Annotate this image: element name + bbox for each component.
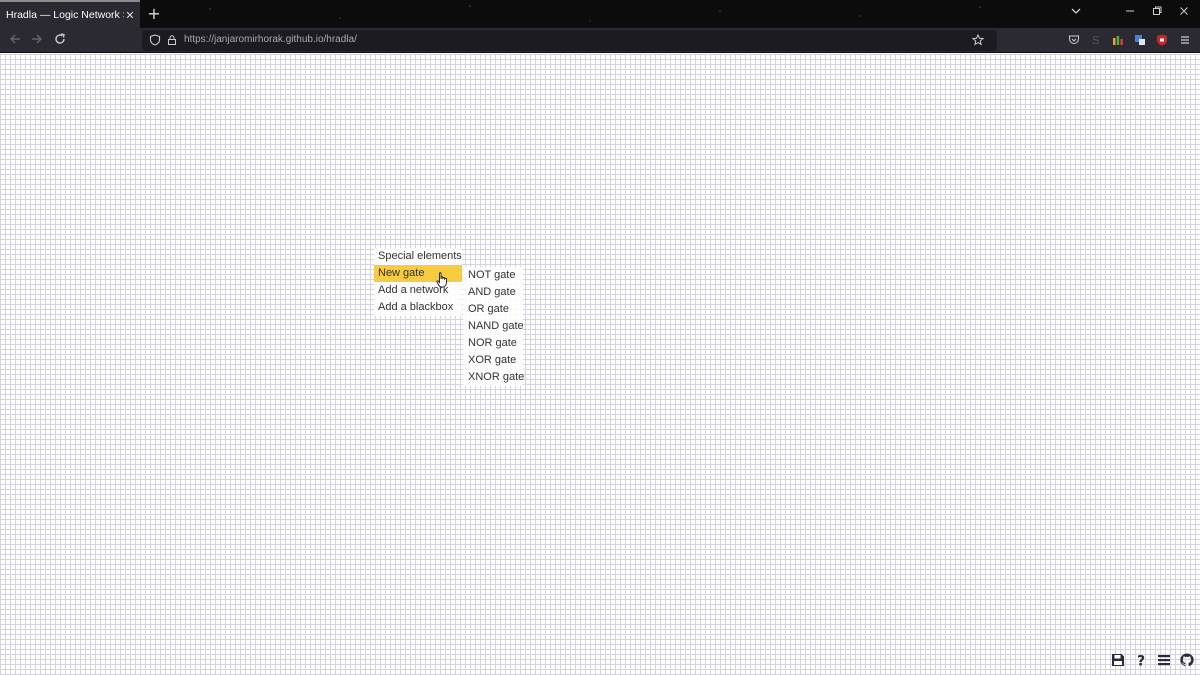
submenu-item-and-gate[interactable]: AND gate	[463, 284, 523, 301]
save-icon[interactable]	[1111, 653, 1125, 667]
url-text[interactable]: https://janjaromirhorak.github.io/hradla…	[184, 34, 357, 45]
menu-item-new-gate[interactable]: New gate	[374, 265, 462, 282]
gate-submenu: NOT gate AND gate OR gate NAND gate NOR …	[463, 267, 524, 386]
submenu-item-or-gate[interactable]: OR gate	[463, 301, 523, 318]
workspace-grid-canvas[interactable]	[0, 54, 1200, 675]
menu-item-add-network[interactable]: Add a network	[374, 282, 462, 299]
menu-item-special-elements[interactable]: Special elements	[374, 248, 462, 265]
submenu-item-nand-gate[interactable]: NAND gate	[463, 318, 524, 335]
browser-nav-bar: https://janjaromirhorak.github.io/hradla…	[0, 28, 1200, 53]
bookmark-star-icon[interactable]	[972, 34, 984, 46]
extension-translate-icon[interactable]	[1134, 34, 1146, 46]
bottom-toolbar: ?	[1111, 653, 1194, 669]
address-bar[interactable]: https://janjaromirhorak.github.io/hradla…	[142, 30, 997, 51]
restore-icon[interactable]	[1149, 4, 1165, 24]
forward-icon[interactable]	[29, 32, 45, 48]
browser-tab[interactable]: Hradla — Logic Network Simulator ✕	[0, 0, 140, 28]
lock-icon[interactable]	[166, 34, 178, 46]
extension-bars-icon[interactable]	[1112, 34, 1124, 46]
submenu-item-xnor-gate[interactable]: XNOR gate	[463, 369, 524, 386]
context-menu: Special elements New gate Add a network …	[374, 248, 462, 316]
new-tab-button[interactable]: +	[146, 4, 162, 24]
extension-ublock-icon[interactable]	[1156, 34, 1168, 46]
tab-close-icon[interactable]: ✕	[124, 9, 136, 22]
reload-icon[interactable]	[52, 32, 68, 48]
shield-icon[interactable]	[149, 34, 161, 46]
submenu-item-not-gate[interactable]: NOT gate	[463, 267, 523, 284]
menu-icon[interactable]	[1157, 653, 1171, 667]
help-icon[interactable]: ?	[1134, 653, 1148, 668]
menu-item-add-blackbox[interactable]: Add a blackbox	[374, 299, 462, 316]
browser-tab-bar: Hradla — Logic Network Simulator ✕ +	[0, 0, 1200, 28]
minimize-icon[interactable]	[1122, 4, 1138, 24]
back-icon[interactable]	[7, 32, 23, 48]
close-window-icon[interactable]	[1176, 4, 1192, 24]
app-menu-icon[interactable]	[1179, 34, 1191, 46]
svg-text:S: S	[1092, 34, 1100, 46]
submenu-item-nor-gate[interactable]: NOR gate	[463, 335, 523, 352]
svg-text:?: ?	[1137, 654, 1145, 668]
submenu-item-xor-gate[interactable]: XOR gate	[463, 352, 523, 369]
list-all-tabs-icon[interactable]	[1068, 4, 1084, 24]
github-icon[interactable]	[1180, 653, 1194, 667]
extension-s-icon[interactable]: S	[1090, 34, 1102, 46]
hand-cursor-icon	[436, 272, 447, 288]
pocket-icon[interactable]	[1068, 34, 1080, 46]
tab-title: Hradla — Logic Network Simulator	[6, 9, 124, 21]
